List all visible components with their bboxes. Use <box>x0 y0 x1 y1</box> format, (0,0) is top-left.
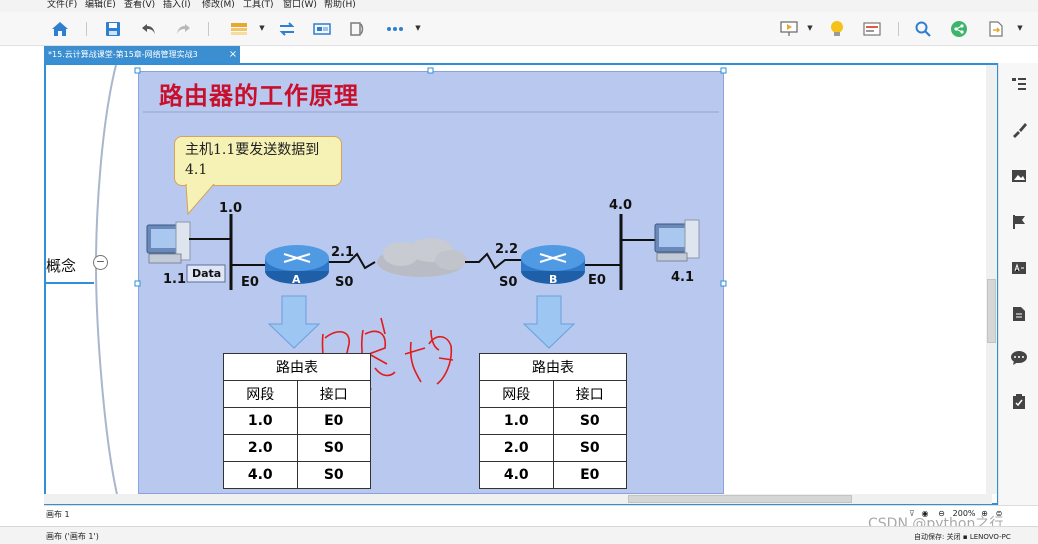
document-tab-title: *15.云计算战课堂-第15章-网络管理实战3 <box>48 50 198 59</box>
boundary-icon[interactable] <box>346 18 368 40</box>
redo-icon[interactable] <box>172 18 194 40</box>
style-icon[interactable] <box>1010 121 1028 139</box>
presentation-icon[interactable] <box>778 18 800 40</box>
more-caret-icon[interactable]: ▼ <box>414 23 422 33</box>
menu-insert[interactable]: 插入(I) <box>163 0 191 11</box>
side-panel <box>998 63 1038 505</box>
document-tab[interactable]: *15.云计算战课堂-第15章-网络管理实战3 <box>44 46 240 63</box>
comment-icon[interactable] <box>1010 349 1028 367</box>
home-icon[interactable] <box>49 18 71 40</box>
selection-handles[interactable] <box>134 67 730 499</box>
lightbulb-icon[interactable] <box>826 18 848 40</box>
toolbar: ▼ ▼ ▼ ▼ <box>0 12 1038 46</box>
menu-bar: 文件(F) 编辑(E) 查看(V) 插入(I) 修改(M) 工具(T) 窗口(W… <box>0 0 1038 12</box>
horizontal-scrollbar[interactable] <box>44 494 992 504</box>
vertical-scroll-thumb[interactable] <box>987 279 996 343</box>
status-canvas-name: 画布 ('画布 1') <box>46 532 99 541</box>
vertical-scrollbar[interactable] <box>986 65 997 494</box>
menu-view[interactable]: 查看(V) <box>124 0 155 11</box>
undo-icon[interactable] <box>138 18 160 40</box>
relationship-icon[interactable] <box>276 18 298 40</box>
export-icon[interactable] <box>985 18 1007 40</box>
menu-edit[interactable]: 编辑(E) <box>85 0 116 11</box>
search-icon[interactable] <box>912 18 934 40</box>
text-style-icon[interactable] <box>1010 259 1028 277</box>
status-dot-icon: ▪ <box>962 533 970 541</box>
close-icon[interactable]: × <box>227 46 239 63</box>
status-bar: 画布 ('画布 1') 自动保存: 关闭 ▪ LENOVO-PC <box>0 526 1038 544</box>
horizontal-scroll-thumb[interactable] <box>628 495 852 503</box>
menu-window[interactable]: 窗口(W) <box>283 0 317 11</box>
task-icon[interactable] <box>1010 393 1028 411</box>
tab-bar: *15.云计算战课堂-第15章-网络管理实战3 × <box>0 46 1038 63</box>
status-right: 自动保存: 关闭 ▪ LENOVO-PC <box>914 532 1011 542</box>
outline-icon[interactable] <box>1010 75 1028 93</box>
collapse-toggle-icon[interactable]: − <box>93 255 108 270</box>
menu-tools[interactable]: 工具(T) <box>243 0 274 11</box>
share-icon[interactable] <box>948 18 970 40</box>
more-icon[interactable] <box>384 18 406 40</box>
notes-icon[interactable] <box>1010 305 1028 323</box>
image-icon[interactable] <box>1010 167 1028 185</box>
status-machine: LENOVO-PC <box>969 533 1011 541</box>
menu-file[interactable]: 文件(F) <box>47 0 77 11</box>
sheet-tab[interactable]: 画布 1 <box>46 509 70 520</box>
save-icon[interactable] <box>102 18 124 40</box>
menu-modify[interactable]: 修改(M) <box>202 0 235 11</box>
export-caret-icon[interactable]: ▼ <box>1016 23 1024 33</box>
status-autosave[interactable]: 自动保存: 关闭 <box>914 533 961 541</box>
summary-icon[interactable] <box>311 18 333 40</box>
flag-icon[interactable] <box>1010 213 1028 231</box>
mindmap-node-label[interactable]: 概念 <box>46 255 76 276</box>
theme-caret-icon[interactable]: ▼ <box>258 23 266 33</box>
format-icon[interactable] <box>861 18 883 40</box>
presentation-caret-icon[interactable]: ▼ <box>806 23 814 33</box>
menu-help[interactable]: 帮助(H) <box>324 0 356 11</box>
theme-icon[interactable] <box>228 18 250 40</box>
